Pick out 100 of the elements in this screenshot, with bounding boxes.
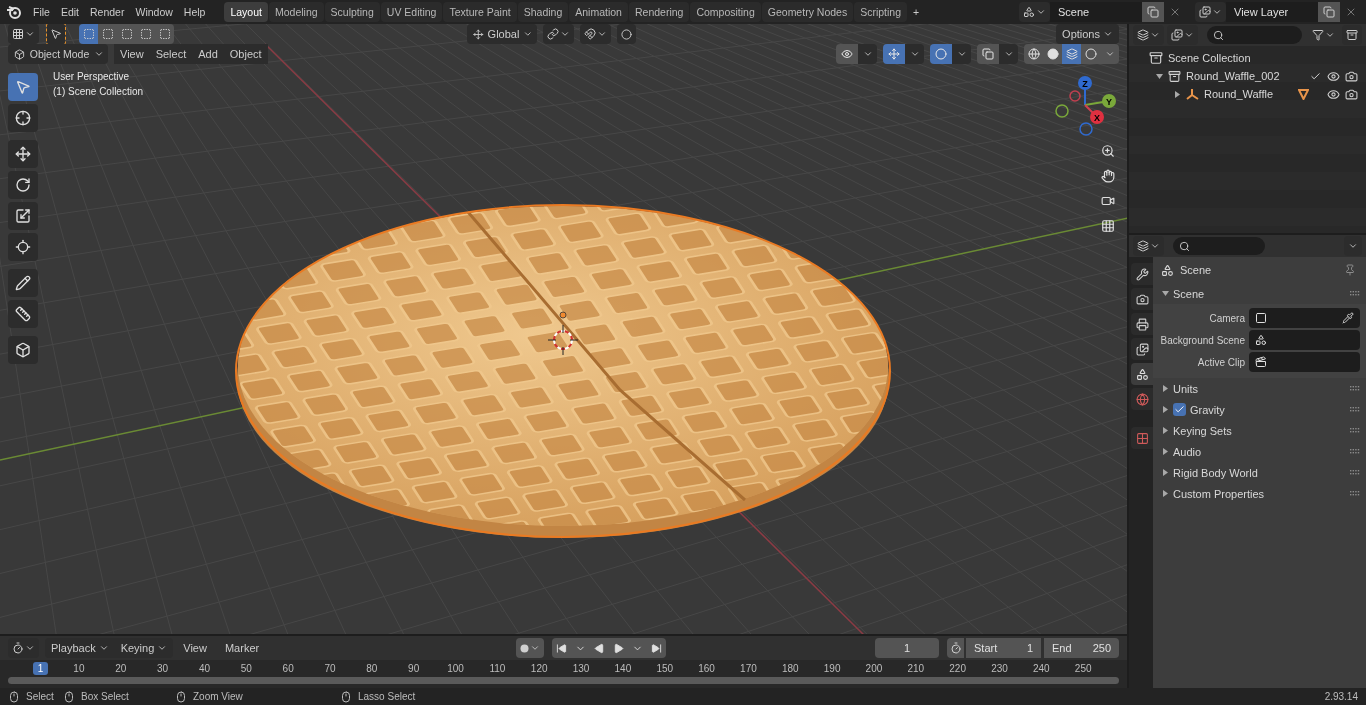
panel-title[interactable]: Audio: [1173, 445, 1346, 458]
properties-tab[interactable]: [1131, 427, 1153, 449]
proportional-edit-button[interactable]: [617, 24, 636, 44]
overlay-toggle-button[interactable]: [930, 44, 952, 64]
tool-button[interactable]: [8, 233, 38, 261]
scene-name-field[interactable]: Scene: [1050, 2, 1142, 22]
workspace-tab[interactable]: Sculpting: [324, 2, 380, 22]
mode-dropdown[interactable]: Object Mode: [8, 44, 108, 64]
search-field[interactable]: [1173, 237, 1265, 255]
menu-item[interactable]: Window: [130, 2, 178, 22]
shading-mode-button[interactable]: [1043, 44, 1062, 64]
properties-tab[interactable]: [1131, 288, 1153, 310]
view-mode-dropdown[interactable]: [1167, 25, 1198, 45]
current-frame-field[interactable]: 1: [875, 638, 939, 658]
current-frame-marker[interactable]: 1: [32, 661, 49, 675]
workspace-tab[interactable]: Modeling: [268, 2, 324, 22]
tool-button[interactable]: [8, 336, 38, 364]
overlay-toggle-button[interactable]: [883, 44, 905, 64]
menu-dropdown[interactable]: Keying: [114, 638, 174, 658]
jump-end-button[interactable]: [647, 638, 667, 658]
z-axis-handle[interactable]: Z: [1078, 76, 1092, 90]
tool-button[interactable]: [8, 104, 38, 132]
disclosure-triangle-icon[interactable]: [1161, 406, 1169, 413]
select-mode-button[interactable]: [155, 24, 174, 44]
menu-item[interactable]: View: [175, 638, 215, 658]
menu-button[interactable]: Object: [223, 44, 268, 64]
toggle-options-dropdown[interactable]: [858, 44, 877, 64]
menu-item[interactable]: Render: [85, 2, 130, 22]
panel-title[interactable]: Keying Sets: [1173, 424, 1346, 437]
workspace-tab[interactable]: Rendering: [628, 2, 690, 22]
workspace-tab[interactable]: Scripting: [854, 2, 907, 22]
view-layer-name-field[interactable]: View Layer: [1226, 2, 1318, 22]
record-button[interactable]: [516, 638, 545, 658]
negative-axis-handle[interactable]: [1079, 122, 1093, 136]
properties-tab[interactable]: [1131, 313, 1153, 335]
workspace-tab[interactable]: Texture Paint: [443, 2, 517, 22]
editor-type-dropdown[interactable]: [1133, 236, 1164, 256]
workspace-tab[interactable]: Compositing: [690, 2, 761, 22]
disclosure-triangle-icon[interactable]: [1161, 385, 1169, 392]
shading-mode-button[interactable]: [1081, 44, 1100, 64]
tool-button[interactable]: [8, 202, 38, 230]
workspace-tab[interactable]: Geometry Nodes: [761, 2, 854, 22]
panel-title[interactable]: Scene: [1173, 287, 1346, 300]
workspace-tab[interactable]: Layout: [224, 2, 268, 22]
disclosure-triangle-icon[interactable]: [1161, 448, 1169, 455]
negative-axis-handle[interactable]: [1055, 104, 1069, 118]
snap-dropdown[interactable]: [580, 24, 611, 44]
disclosure-triangle-icon[interactable]: [1161, 290, 1169, 297]
toggle-options-dropdown[interactable]: [905, 44, 924, 64]
outliner-item-label[interactable]: Round_Waffle_002: [1186, 70, 1280, 82]
toggle-options-dropdown[interactable]: [952, 44, 971, 64]
toggle-options-dropdown[interactable]: [999, 44, 1018, 64]
tool-button[interactable]: [8, 269, 38, 297]
select-mode-button[interactable]: [79, 24, 98, 44]
menu-item[interactable]: Edit: [55, 2, 84, 22]
panel-title[interactable]: Units: [1173, 382, 1346, 395]
shading-mode-button[interactable]: [1062, 44, 1081, 64]
workspace-tab[interactable]: UV Editing: [380, 2, 443, 22]
tool-button[interactable]: [8, 300, 38, 328]
active-tool-button[interactable]: [47, 24, 65, 44]
disclosure-triangle-icon[interactable]: [1155, 72, 1163, 80]
menu-button[interactable]: Select: [149, 44, 193, 64]
menu-item[interactable]: Marker: [216, 638, 268, 658]
start-frame-field[interactable]: Start 1: [966, 638, 1041, 658]
tool-button[interactable]: [8, 171, 38, 199]
menu-item[interactable]: Help: [178, 2, 211, 22]
app-logo[interactable]: [6, 4, 22, 20]
shading-mode-button[interactable]: [1024, 44, 1043, 64]
workspace-tab[interactable]: Shading: [517, 2, 569, 22]
outliner-item-label[interactable]: Scene Collection: [1168, 52, 1251, 64]
pivot-dropdown[interactable]: [543, 24, 574, 44]
outliner-item-label[interactable]: Round_Waffle: [1204, 88, 1274, 100]
x-axis-handle[interactable]: X: [1090, 110, 1104, 124]
tool-button[interactable]: [8, 140, 38, 168]
disclosure-triangle-icon[interactable]: [1161, 469, 1169, 476]
end-frame-field[interactable]: End 250: [1044, 638, 1119, 658]
properties-tab[interactable]: [1131, 363, 1153, 385]
stopwatch-button[interactable]: [947, 638, 964, 658]
properties-tab[interactable]: [1131, 263, 1153, 285]
menu-button[interactable]: View: [114, 44, 150, 64]
datablock-field[interactable]: [1249, 330, 1360, 350]
editor-type-dropdown[interactable]: [8, 24, 39, 44]
menu-button[interactable]: Add: [192, 44, 224, 64]
disclosure-triangle-icon[interactable]: [1173, 90, 1181, 98]
panel-title[interactable]: Gravity: [1190, 403, 1346, 416]
view-layer-type-dropdown[interactable]: [1195, 2, 1226, 22]
panel-checkbox[interactable]: [1173, 403, 1186, 416]
disclosure-triangle-icon[interactable]: [1161, 427, 1169, 434]
add-workspace-button[interactable]: +: [908, 2, 925, 22]
overlay-toggle-button[interactable]: [977, 44, 999, 64]
select-mode-button[interactable]: [98, 24, 117, 44]
display-mode-dropdown[interactable]: [1133, 25, 1164, 45]
new-collection-button[interactable]: [1342, 25, 1362, 45]
negative-axis-handle[interactable]: [1069, 90, 1081, 102]
panel-title[interactable]: Custom Properties: [1173, 487, 1346, 500]
workspace-tab[interactable]: Animation: [569, 2, 628, 22]
panel-title[interactable]: Rigid Body World: [1173, 466, 1346, 479]
properties-tab[interactable]: [1131, 338, 1153, 360]
timeline-scrollbar[interactable]: [8, 677, 1119, 684]
properties-tab[interactable]: [1131, 388, 1153, 410]
